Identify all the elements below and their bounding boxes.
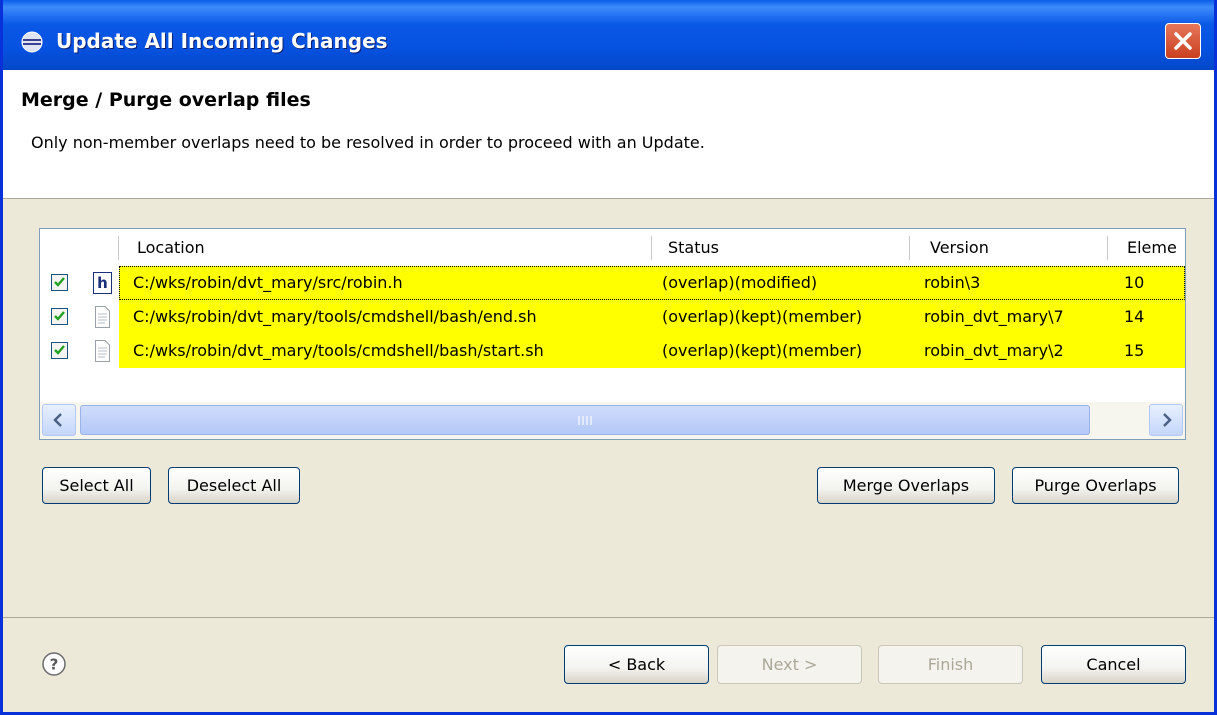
cell-element: 14: [1124, 307, 1145, 326]
column-header-location[interactable]: Location: [137, 229, 205, 266]
column-header-element[interactable]: Eleme: [1127, 229, 1177, 266]
purge-overlaps-button[interactable]: Purge Overlaps: [1012, 467, 1179, 504]
check-icon: [54, 311, 65, 321]
cancel-button[interactable]: Cancel: [1041, 645, 1186, 684]
column-separator[interactable]: [651, 236, 652, 260]
grip-icon: [578, 416, 592, 425]
column-header-status[interactable]: Status: [668, 229, 719, 266]
finish-button[interactable]: Finish: [878, 645, 1023, 684]
column-header-version[interactable]: Version: [930, 229, 989, 266]
merge-overlaps-button[interactable]: Merge Overlaps: [817, 467, 995, 504]
close-button[interactable]: [1165, 23, 1201, 59]
wizard-header: Merge / Purge overlap files Only non-mem…: [3, 70, 1214, 199]
page-title: Merge / Purge overlap files: [21, 89, 311, 111]
select-all-button[interactable]: Select All: [42, 467, 151, 504]
svg-text:h: h: [97, 274, 108, 292]
dialog-window: Update All Incoming Changes Merge / Purg…: [0, 0, 1217, 715]
svg-text:?: ?: [50, 656, 59, 674]
table-row[interactable]: C:/wks/robin/dvt_mary/tools/cmdshell/bas…: [40, 300, 1185, 334]
check-icon: [54, 345, 65, 355]
column-separator[interactable]: [909, 236, 910, 260]
cell-status: (overlap)(modified): [662, 273, 818, 292]
horizontal-scrollbar[interactable]: [40, 402, 1185, 439]
cell-location: C:/wks/robin/dvt_mary/tools/cmdshell/bas…: [133, 341, 544, 360]
title-bar[interactable]: Update All Incoming Changes: [3, 0, 1214, 70]
page-description: Only non-member overlaps need to be reso…: [31, 133, 705, 152]
scroll-left-button[interactable]: [42, 404, 76, 436]
row-checkbox[interactable]: [51, 308, 68, 325]
cell-location: C:/wks/robin/dvt_mary/src/robin.h: [133, 273, 403, 292]
chevron-right-icon: [1163, 413, 1172, 427]
cell-element: 15: [1124, 341, 1145, 360]
scroll-right-button[interactable]: [1149, 404, 1183, 436]
h-file-icon: h: [93, 272, 112, 294]
close-icon: [1174, 32, 1192, 50]
cell-location: C:/wks/robin/dvt_mary/tools/cmdshell/bas…: [133, 307, 537, 326]
cell-status: (overlap)(kept)(member): [662, 307, 863, 326]
overlap-files-table[interactable]: Location Status Version Eleme h C:/wks/r…: [39, 228, 1186, 440]
next-button[interactable]: Next >: [717, 645, 862, 684]
row-checkbox[interactable]: [51, 342, 68, 359]
window-title: Update All Incoming Changes: [56, 29, 388, 53]
column-separator[interactable]: [118, 236, 119, 260]
cell-element: 10: [1124, 273, 1145, 292]
deselect-all-button[interactable]: Deselect All: [168, 467, 300, 504]
table-header: Location Status Version Eleme: [40, 229, 1185, 266]
cell-status: (overlap)(kept)(member): [662, 341, 863, 360]
help-icon[interactable]: ?: [41, 651, 67, 677]
chevron-left-icon: [53, 413, 62, 427]
table-row[interactable]: C:/wks/robin/dvt_mary/tools/cmdshell/bas…: [40, 334, 1185, 368]
cell-version: robin_dvt_mary\2: [924, 341, 1064, 360]
back-button[interactable]: < Back: [564, 645, 709, 684]
scrollbar-thumb[interactable]: [80, 405, 1090, 435]
column-separator[interactable]: [1107, 236, 1108, 260]
text-file-icon: [95, 306, 110, 328]
check-icon: [54, 277, 65, 287]
cell-version: robin\3: [924, 273, 981, 292]
table-row[interactable]: h C:/wks/robin/dvt_mary/src/robin.h (ove…: [40, 266, 1185, 300]
cell-version: robin_dvt_mary\7: [924, 307, 1064, 326]
row-checkbox[interactable]: [51, 274, 68, 291]
footer-divider: [3, 617, 1214, 618]
text-file-icon: [95, 340, 110, 362]
eclipse-icon: [21, 31, 43, 53]
